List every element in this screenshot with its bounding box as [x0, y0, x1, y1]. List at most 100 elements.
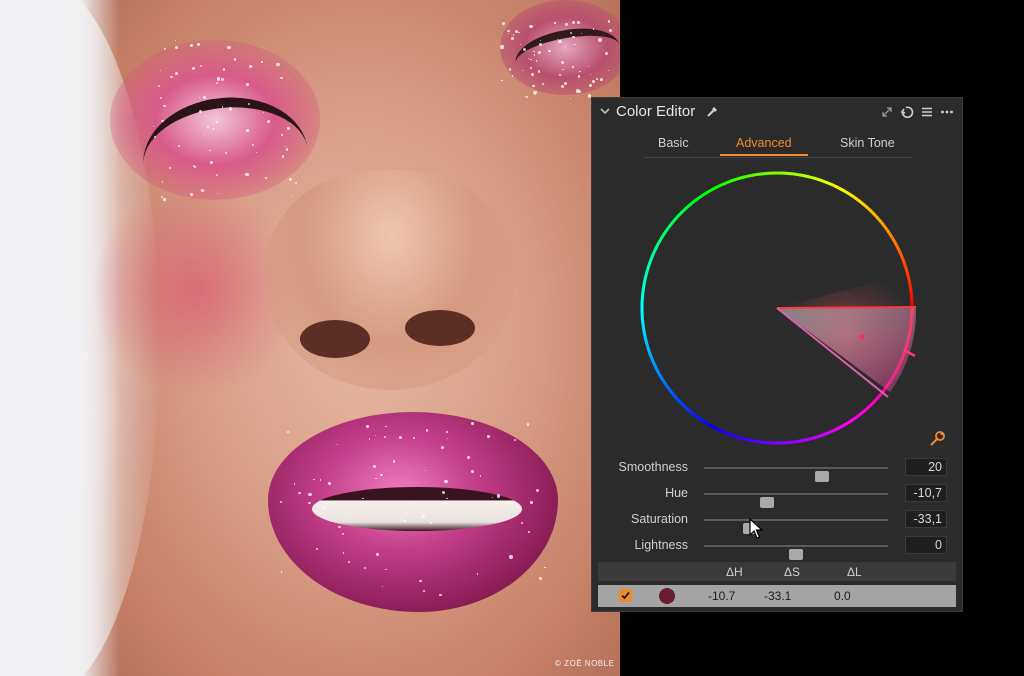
mouse-pointer-icon — [749, 518, 763, 539]
glitter-dot — [558, 39, 562, 44]
glitter-dot — [500, 45, 504, 49]
glitter-dot — [319, 479, 322, 481]
slider-label: Smoothness — [618, 460, 688, 474]
right-nostril — [405, 310, 475, 346]
tab-advanced[interactable]: Advanced — [736, 136, 792, 150]
color-picker-icon[interactable] — [706, 104, 720, 118]
glitter-dot — [295, 181, 298, 184]
glitter-dot — [470, 422, 474, 426]
glitter-dot — [221, 106, 223, 108]
more-options-icon[interactable] — [940, 105, 954, 119]
delta-h-value: -10.7 — [708, 589, 736, 603]
table-row[interactable]: -10.7 -33.1 0.0 — [598, 585, 956, 607]
glitter-dot — [514, 29, 518, 33]
glitter-dot — [577, 75, 581, 78]
glitter-dot — [539, 577, 543, 581]
glitter-dot — [216, 121, 219, 123]
tab-basic[interactable]: Basic — [658, 136, 689, 150]
list-menu-icon[interactable] — [920, 105, 934, 119]
glitter-dot — [280, 571, 283, 573]
color-editor-panel: Color Editor Basic Advanced Skin Tone Sm… — [591, 97, 963, 612]
glitter-dot — [535, 60, 538, 62]
panel-header: Color Editor — [592, 98, 962, 126]
slider-value-field[interactable]: 20 — [905, 458, 947, 476]
adjustment-table-header: ΔH ΔS ΔL — [598, 562, 956, 581]
glitter-dot — [252, 143, 255, 146]
glitter-dot — [534, 93, 536, 96]
glitter-dot — [159, 96, 162, 100]
glitter-dot — [599, 77, 603, 81]
glitter-dot — [192, 67, 195, 70]
slider-knob[interactable] — [789, 549, 803, 560]
glitter-dot — [202, 96, 206, 99]
header-delta-l: ΔL — [847, 565, 862, 579]
glitter-dot — [607, 69, 609, 71]
glitter-dot — [162, 104, 166, 108]
glitter-dot — [199, 64, 202, 67]
enable-checkbox[interactable] — [619, 589, 632, 602]
eyedropper-icon[interactable] — [928, 430, 946, 448]
chevron-down-icon[interactable] — [598, 104, 612, 118]
slider-knob[interactable] — [814, 471, 829, 482]
expand-icon[interactable] — [880, 105, 894, 119]
slider-track[interactable] — [704, 519, 888, 534]
glitter-dot — [308, 492, 312, 497]
glitter-dot — [347, 560, 350, 563]
glitter-dot — [525, 95, 526, 97]
glitter-dot — [577, 21, 581, 24]
selected-range-sector[interactable] — [777, 307, 916, 392]
nose — [265, 170, 515, 390]
glitter-dot — [507, 29, 510, 33]
glitter-dot — [501, 21, 506, 26]
slider-value-field[interactable]: -33,1 — [905, 510, 947, 528]
glitter-dot — [554, 22, 556, 24]
slider-label: Lightness — [634, 538, 688, 552]
slider-label: Saturation — [631, 512, 688, 526]
glitter-dot — [220, 77, 224, 81]
selected-hue-point[interactable] — [859, 334, 865, 340]
left-nostril — [300, 320, 370, 358]
glitter-dot — [168, 166, 171, 170]
glitter-dot — [245, 82, 249, 86]
glitter-dot — [197, 43, 200, 46]
glitter-dot — [287, 430, 290, 433]
glitter-dot — [543, 566, 546, 569]
glitter-dot — [570, 98, 572, 100]
reset-icon[interactable] — [900, 105, 914, 119]
glitter-dot — [175, 72, 178, 75]
glitter-dot — [571, 20, 576, 24]
tab-skin-tone[interactable]: Skin Tone — [840, 136, 895, 150]
glitter-dot — [508, 68, 511, 71]
slider-value-field[interactable]: -10,7 — [905, 484, 947, 502]
slider-knob[interactable] — [759, 497, 774, 508]
glitter-dot — [216, 77, 221, 81]
glitter-dot — [157, 84, 161, 87]
glitter-dot — [227, 45, 231, 50]
glitter-dot — [574, 43, 576, 46]
color-swatch[interactable] — [659, 588, 675, 604]
glitter-dot — [362, 497, 364, 500]
slider-value-field[interactable]: 0 — [905, 536, 947, 554]
active-tab-underline — [720, 154, 808, 156]
glitter-dot — [598, 38, 602, 42]
glitter-dot — [572, 35, 575, 39]
slider-track[interactable] — [704, 493, 888, 508]
glitter-dot — [210, 161, 213, 164]
glitter-dot — [174, 40, 177, 42]
glitter-dot — [376, 553, 380, 556]
glitter-dot — [591, 79, 595, 83]
glitter-dot — [471, 469, 475, 473]
delta-s-value: -33.1 — [764, 589, 792, 603]
header-delta-h: ΔH — [726, 565, 743, 579]
photo-credit: © ZOË NOBLE — [555, 659, 615, 668]
glitter-dot — [537, 51, 541, 55]
glitter-dot — [411, 502, 413, 504]
glitter-dot — [285, 148, 289, 151]
slider-track[interactable] — [704, 467, 888, 482]
color-wheel[interactable] — [638, 169, 916, 447]
range-handle-start[interactable] — [776, 306, 916, 309]
slider-track[interactable] — [704, 545, 888, 560]
glitter-dot — [509, 555, 513, 559]
delta-l-value: 0.0 — [834, 589, 851, 603]
glitter-dot — [163, 47, 166, 50]
